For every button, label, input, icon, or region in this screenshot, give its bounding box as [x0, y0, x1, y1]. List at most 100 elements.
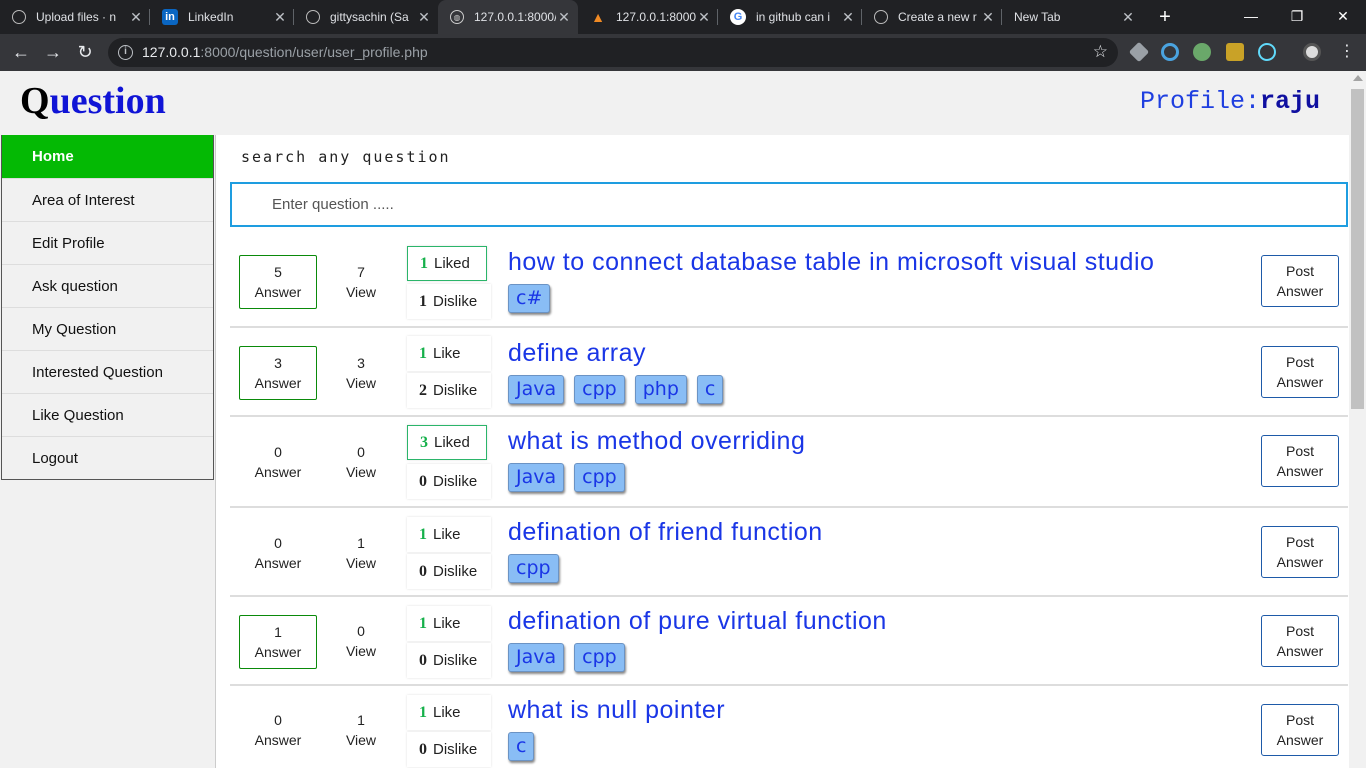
sidebar-item-my-question[interactable]: My Question: [2, 307, 213, 350]
close-icon[interactable]: ✕: [128, 9, 144, 26]
close-window-button[interactable]: ✕: [1320, 0, 1366, 34]
search-input[interactable]: [272, 194, 1172, 214]
menu-icon[interactable]: ⋮: [1334, 39, 1360, 65]
new-tab-button[interactable]: +: [1153, 5, 1177, 29]
post-answer-button[interactable]: Post Answer: [1261, 435, 1339, 487]
tab-google-search[interactable]: G in github can i ✕: [718, 0, 862, 34]
site-logo[interactable]: Question: [20, 79, 166, 123]
post-answer-button[interactable]: Post Answer: [1261, 346, 1339, 398]
tag-list: Java cpp php c: [508, 375, 733, 404]
sidebar-item-area-of-interest[interactable]: Area of Interest: [2, 178, 213, 221]
dislike-button[interactable]: 0 Dislike: [407, 643, 491, 678]
tag-list: cpp: [508, 554, 569, 583]
gear-extension-icon[interactable]: [1193, 43, 1211, 61]
close-icon[interactable]: ✕: [272, 9, 288, 26]
sidebar-item-interested-question[interactable]: Interested Question: [2, 350, 213, 393]
sidebar-item-home[interactable]: Home: [2, 135, 213, 178]
tab-new-tab[interactable]: New Tab ✕: [1002, 0, 1142, 34]
profile-username: raju: [1259, 87, 1320, 116]
info-icon[interactable]: i: [118, 45, 133, 60]
tab-linkedin[interactable]: in LinkedIn ✕: [150, 0, 294, 34]
question-title-link[interactable]: how to connect database table in microso…: [508, 248, 1154, 277]
url-text: 127.0.0.1:8000/question/user/user_profil…: [142, 44, 428, 60]
question-title-link[interactable]: defination of friend function: [508, 518, 823, 547]
close-icon[interactable]: ✕: [416, 9, 432, 26]
tag-chip[interactable]: cpp: [508, 554, 559, 583]
search-label: search any question: [241, 148, 451, 166]
tag-chip[interactable]: php: [634, 375, 687, 404]
dislike-button[interactable]: 1 Dislike: [407, 284, 491, 319]
sync-extension-icon[interactable]: [1161, 43, 1179, 61]
answer-count: 0 Answer: [254, 444, 302, 480]
sidebar-item-logout[interactable]: Logout: [2, 436, 213, 479]
tag-chip[interactable]: c: [696, 375, 724, 404]
extension-icon[interactable]: [1226, 43, 1244, 61]
post-answer-button[interactable]: Post Answer: [1261, 704, 1339, 756]
browser-toolbar: ← → ↻ i 127.0.0.1:8000/question/user/use…: [0, 34, 1366, 71]
close-icon[interactable]: ✕: [1120, 9, 1136, 26]
xampp-icon: ▲: [591, 9, 605, 25]
tag-chip[interactable]: cpp: [574, 643, 625, 672]
tab-create-repo[interactable]: Create a new r ✕: [862, 0, 1002, 34]
forward-button[interactable]: →: [40, 39, 66, 65]
question-title-link[interactable]: define array: [508, 339, 646, 368]
question-title-link[interactable]: what is method overriding: [508, 427, 805, 456]
tab-strip: Upload files · n ✕ in LinkedIn ✕ gittysa…: [0, 0, 1366, 34]
tab-title: 127.0.0.1:8000/: [474, 10, 556, 24]
address-bar[interactable]: i 127.0.0.1:8000/question/user/user_prof…: [108, 38, 1118, 67]
tag-chip[interactable]: cpp: [574, 463, 625, 492]
dislike-button[interactable]: 2 Dislike: [407, 373, 491, 408]
tag-chip[interactable]: Java: [508, 643, 565, 672]
react-devtools-icon[interactable]: [1258, 43, 1276, 61]
tag-chip[interactable]: Java: [508, 463, 565, 492]
dislike-button[interactable]: 0 Dislike: [407, 732, 491, 767]
view-count: 0 View: [345, 623, 377, 659]
minimize-button[interactable]: —: [1228, 0, 1274, 34]
close-icon[interactable]: ✕: [696, 9, 712, 26]
sidebar-item-ask-question[interactable]: Ask question: [2, 264, 213, 307]
tag-list: c: [508, 732, 544, 761]
tab-xampp[interactable]: ▲ 127.0.0.1:8000 ✕: [578, 0, 718, 34]
tag-chip[interactable]: c#: [508, 284, 551, 313]
close-icon[interactable]: ✕: [980, 9, 996, 26]
sidebar-item-edit-profile[interactable]: Edit Profile: [2, 221, 213, 264]
search-box[interactable]: [230, 182, 1348, 227]
question-title-link[interactable]: defination of pure virtual function: [508, 607, 887, 636]
like-button[interactable]: 1 Like: [407, 695, 491, 730]
close-icon[interactable]: ✕: [840, 9, 856, 26]
answer-count: 5 Answer: [239, 255, 317, 309]
github-icon: [874, 10, 888, 24]
tag-chip[interactable]: Java: [508, 375, 565, 404]
scroll-up-arrow-icon[interactable]: [1353, 75, 1363, 81]
tag-chip[interactable]: cpp: [574, 375, 625, 404]
question-row: 3 Answer 3 View 1 Like 2 Dislike define arra…: [230, 328, 1348, 417]
linkedin-icon: in: [162, 9, 178, 25]
like-button[interactable]: 1 Like: [407, 606, 491, 641]
post-answer-button[interactable]: Post Answer: [1261, 255, 1339, 307]
page-scrollbar[interactable]: [1349, 71, 1366, 768]
answer-count: 0 Answer: [254, 535, 302, 571]
tag-chip[interactable]: c: [508, 732, 535, 761]
close-icon[interactable]: ✕: [556, 9, 572, 26]
post-answer-button[interactable]: Post Answer: [1261, 615, 1339, 667]
reload-button[interactable]: ↻: [72, 39, 98, 65]
scrollbar-thumb[interactable]: [1351, 89, 1364, 409]
back-button[interactable]: ←: [8, 39, 34, 65]
like-button[interactable]: 1 Like: [407, 517, 491, 552]
sidebar-nav: Home Area of Interest Edit Profile Ask q…: [1, 135, 214, 480]
bookmark-star-icon[interactable]: ☆: [1093, 42, 1108, 62]
tab-upload-files[interactable]: Upload files · n ✕: [0, 0, 150, 34]
dislike-button[interactable]: 0 Dislike: [407, 464, 491, 499]
like-button[interactable]: 1 Liked: [407, 246, 487, 281]
tab-localhost-active[interactable]: ◍ 127.0.0.1:8000/ ✕: [438, 0, 578, 34]
sidebar-item-like-question[interactable]: Like Question: [2, 393, 213, 436]
like-button[interactable]: 1 Like: [407, 336, 491, 371]
tab-gittysachin[interactable]: gittysachin (Sa ✕: [294, 0, 438, 34]
post-answer-button[interactable]: Post Answer: [1261, 526, 1339, 578]
drive-extension-icon[interactable]: [1128, 41, 1150, 63]
maximize-button[interactable]: ❐: [1274, 0, 1320, 34]
dislike-button[interactable]: 0 Dislike: [407, 554, 491, 589]
like-button[interactable]: 3 Liked: [407, 425, 487, 460]
question-title-link[interactable]: what is null pointer: [508, 696, 725, 725]
avatar[interactable]: [1303, 43, 1321, 61]
